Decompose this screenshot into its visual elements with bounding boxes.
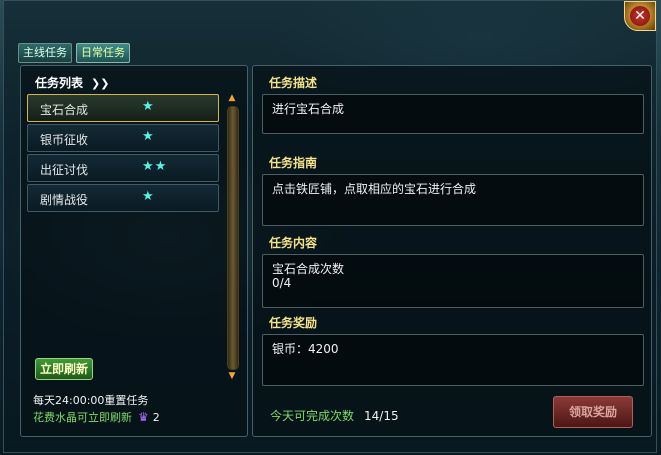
quest-list-scrollbar[interactable]: ▲ ▼ — [226, 94, 239, 381]
quest-item[interactable]: 宝石合成 ★ — [27, 94, 219, 122]
content-line: 宝石合成次数 — [272, 262, 345, 276]
tab-main-quest[interactable]: 主线任务 — [18, 43, 72, 63]
star-icon: ★ — [142, 189, 155, 204]
crystal-refresh-info: 花费水晶可立即刷新 ♛ 2 — [33, 409, 160, 425]
content-text: 宝石合成次数 0/4 — [272, 262, 344, 290]
quest-list-title: 任务列表 — [35, 76, 84, 90]
crystal-count: 2 — [152, 410, 160, 424]
completion-count: 14/15 — [364, 409, 399, 423]
quest-name: 剧情战役 — [40, 193, 89, 207]
content-box: 宝石合成次数 0/4 — [262, 254, 644, 308]
completion-label: 今天可完成次数 — [270, 409, 355, 423]
chevron-down-icon: ❯❯ — [91, 77, 110, 90]
quest-detail-panel: 任务描述 进行宝石合成 任务指南 点击铁匠铺，点取相应的宝石进行合成 任务内容 … — [252, 65, 652, 437]
crystal-refresh-text: 花费水晶可立即刷新 — [33, 411, 132, 424]
guide-box: 点击铁匠铺，点取相应的宝石进行合成 — [262, 174, 644, 226]
desc-box: 进行宝石合成 — [262, 94, 644, 134]
scroll-up-icon[interactable]: ▲ — [226, 94, 238, 103]
close-button[interactable]: ✕ — [624, 1, 656, 31]
reward-title: 任务奖励 — [269, 316, 318, 330]
star-icon: ★ — [142, 99, 155, 114]
quest-tabs: 主线任务 日常任务 — [18, 43, 130, 63]
quest-item[interactable]: 出征讨伐 ★★ — [27, 154, 219, 182]
quest-item[interactable]: 剧情战役 ★ — [27, 184, 219, 212]
guide-text: 点击铁匠铺，点取相应的宝石进行合成 — [272, 182, 477, 196]
daily-completion: 今天可完成次数 14/15 — [270, 407, 399, 424]
refresh-now-button[interactable]: 立即刷新 — [35, 358, 94, 380]
star-icon: ★ — [142, 129, 155, 144]
crystal-icon: ♛ — [138, 410, 149, 424]
claim-reward-button[interactable]: 领取奖励 — [553, 396, 633, 428]
guide-title: 任务指南 — [269, 156, 318, 170]
reset-info: 每天24:00:00重置任务 — [33, 394, 149, 407]
desc-text: 进行宝石合成 — [272, 102, 345, 116]
quest-list-panel: 任务列表 ❯❯ 宝石合成 ★ 银币征收 ★ 出征讨伐 ★★ 剧情战役 ★ ▲ ▼ … — [20, 65, 248, 437]
star-icon: ★★ — [142, 159, 168, 174]
quest-name: 宝石合成 — [40, 103, 89, 117]
reward-text: 银币：4200 — [272, 342, 339, 356]
scroll-down-icon[interactable]: ▼ — [226, 372, 238, 381]
quest-list-header[interactable]: 任务列表 ❯❯ — [35, 74, 109, 91]
desc-title: 任务描述 — [269, 76, 318, 90]
close-icon: ✕ — [630, 6, 650, 26]
scroll-thumb[interactable] — [227, 106, 239, 370]
daily-quest-panel: ✕ 主线任务 日常任务 任务列表 ❯❯ 宝石合成 ★ 银币征收 ★ 出征讨伐 ★★… — [3, 0, 657, 453]
quest-name: 出征讨伐 — [40, 163, 89, 177]
reward-box: 银币：4200 — [262, 334, 644, 386]
content-progress: 0/4 — [272, 276, 292, 290]
content-title: 任务内容 — [269, 236, 318, 250]
quest-item[interactable]: 银币征收 ★ — [27, 124, 219, 152]
quest-name: 银币征收 — [40, 133, 89, 147]
tab-daily-quest[interactable]: 日常任务 — [76, 43, 130, 63]
